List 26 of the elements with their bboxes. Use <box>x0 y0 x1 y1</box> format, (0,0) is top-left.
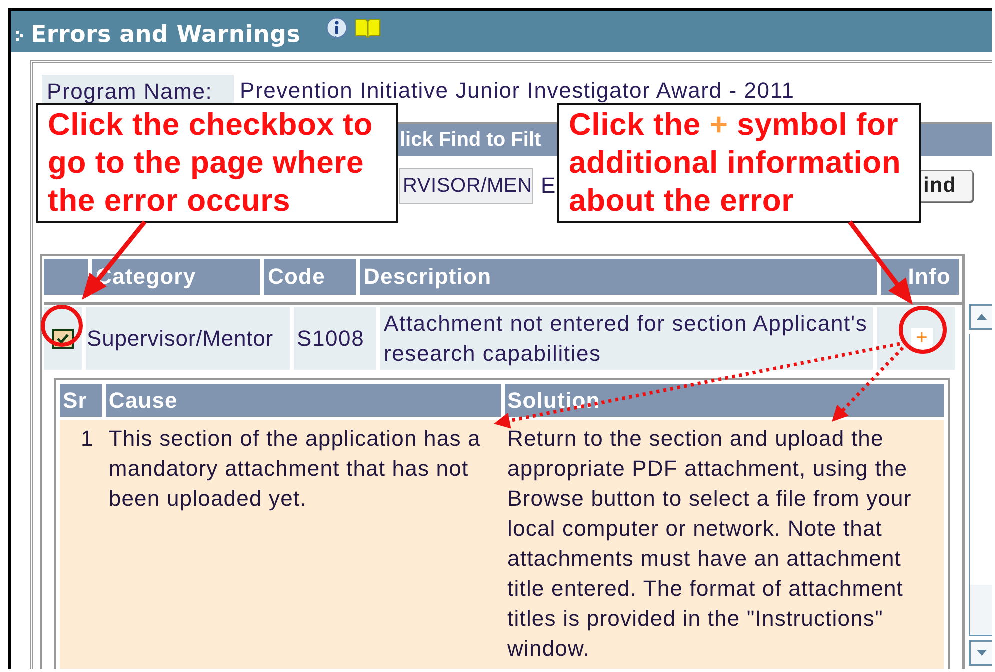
filter-field[interactable]: RVISOR/MEN <box>399 168 533 204</box>
column-header: Description <box>360 259 877 295</box>
column-header: Code <box>264 259 356 295</box>
highlight-circle <box>41 305 83 347</box>
column-header: Sr <box>60 384 102 417</box>
field-label: E <box>541 173 556 199</box>
table-cell: Supervisor/Mentor <box>86 307 290 370</box>
callout: Click the + symbol for additional information about the error <box>557 103 921 223</box>
callout: Click the checkbox to go to the page where the error occurs <box>36 103 398 223</box>
find-button[interactable]: ind <box>918 170 974 202</box>
scroll-up-icon <box>976 313 988 321</box>
table-cell: Attachment not entered for section Applicant's research capabilities <box>380 307 873 370</box>
info-icon[interactable] <box>324 16 349 40</box>
highlight-circle <box>899 306 947 354</box>
table-cell: S1008 <box>294 307 376 370</box>
bullet-icon <box>15 30 25 42</box>
section-title: Errors and Warnings <box>31 22 301 48</box>
scroll-down-icon <box>976 649 988 657</box>
column-header <box>44 259 88 295</box>
scroll-down-button[interactable] <box>969 640 992 666</box>
column-header: Solution <box>504 384 944 417</box>
column-header: Cause <box>106 384 500 417</box>
program-name: Prevention Initiative Junior Investigator Award - 2011 <box>239 77 795 105</box>
check-icon <box>56 332 70 344</box>
book-icon[interactable] <box>354 18 381 38</box>
scroll-up-button[interactable] <box>969 304 992 330</box>
